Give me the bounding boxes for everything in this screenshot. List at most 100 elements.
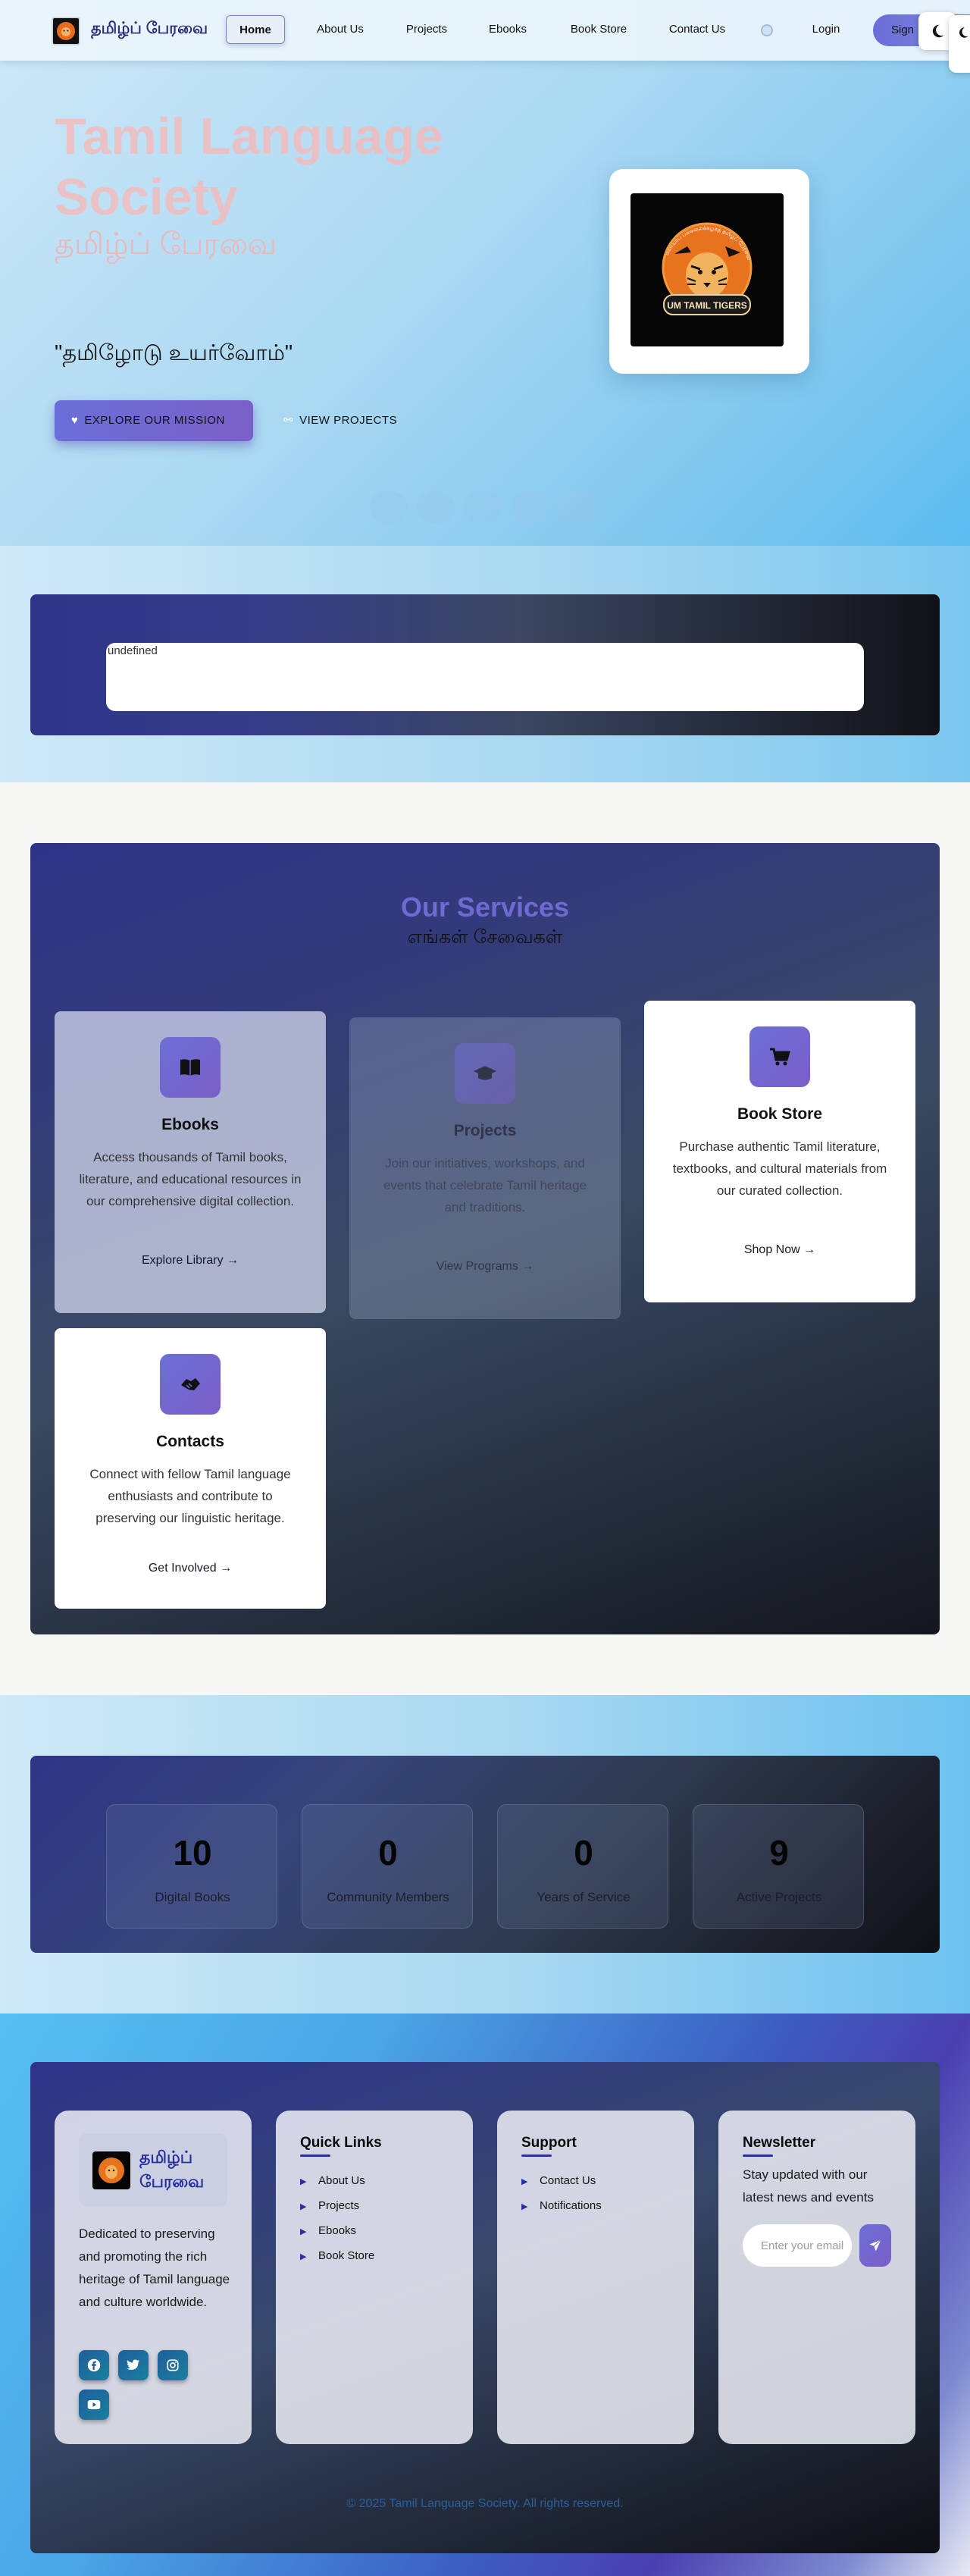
stat-label: Community Members [327,1890,449,1904]
newsletter-email-input[interactable] [743,2224,852,2267]
footer-link-label: Book Store [318,2249,375,2262]
title-underline [521,2155,552,2157]
carousel-dot[interactable] [464,491,502,523]
footer-link-label: Projects [318,2199,360,2212]
video-section: undefined [0,546,970,782]
footer-link-contact[interactable]: ▶ Contact Us [521,2168,602,2193]
nav-link-contact[interactable]: Contact Us [661,15,734,44]
service-card-bookstore[interactable]: Book Store Purchase authentic Tamil lite… [644,1001,915,1302]
get-involved-link[interactable]: Get Involved → [55,1562,326,1575]
stat-value: 9 [769,1833,789,1872]
youtube-icon[interactable] [79,2390,109,2420]
status-toggle-icon[interactable] [761,24,773,36]
site-logo[interactable] [52,17,80,45]
card-link-label: Get Involved [148,1562,217,1575]
view-projects-button[interactable]: ⚯ VIEW PROJECTS [270,400,406,441]
nav-link-about[interactable]: About Us [306,15,374,44]
caret-right-icon: ▶ [300,2252,307,2261]
instagram-icon[interactable] [158,2350,188,2380]
tiger-logo-icon [92,2151,130,2189]
service-card-projects[interactable]: Projects Join our initiatives, workshops… [349,1017,621,1319]
um-tamil-tigers-logo: UM TAMIL TIGERS மலாயாப் பல்கலைக்கழகத் தம… [630,193,784,346]
card-link-label: Shop Now [743,1243,800,1256]
carousel-dot[interactable] [417,491,455,523]
footer-support-card: Support ▶ Contact Us ▶ Notifications [497,2111,694,2444]
stat-card-projects: 9 Active Projects [693,1804,864,1929]
logo-text: UM TAMIL TIGERS [667,300,747,311]
quick-links-list: ▶ About Us ▶ Projects ▶ Ebooks ▶ Book Store [300,2168,374,2268]
card-description: Connect with fellow Tamil language enthu… [89,1467,291,1525]
footer-link-label: Notifications [540,2199,602,2212]
explore-library-link[interactable]: Explore Library → [55,1254,326,1268]
tiger-logo-icon [57,22,75,40]
service-card-contacts[interactable]: Contacts Connect with fellow Tamil langu… [55,1328,326,1609]
arrow-right-icon: → [220,1562,233,1575]
footer-quick-links-card: Quick Links ▶ About Us ▶ Projects ▶ Ebooks … [276,2111,473,2444]
card-title: Ebooks [161,1116,219,1133]
nav-link-projects[interactable]: Projects [397,15,456,44]
footer-link-label: About Us [318,2174,365,2187]
tiger-emblem-icon: UM TAMIL TIGERS மலாயாப் பல்கலைக்கழகத் தம… [662,222,753,315]
twitter-icon[interactable] [118,2350,149,2380]
carousel-dot[interactable] [558,491,596,523]
nav-link-home[interactable]: Home [226,15,285,44]
footer-link-projects[interactable]: ▶ Projects [300,2193,374,2218]
nav-link-bookstore[interactable]: Book Store [561,15,637,44]
support-links-list: ▶ Contact Us ▶ Notifications [521,2168,602,2218]
nav-link-ebooks[interactable]: Ebooks [479,15,537,44]
title-underline [743,2155,773,2157]
card-link-label: Explore Library [141,1254,224,1267]
footer-link-ebooks[interactable]: ▶ Ebooks [300,2218,374,2243]
hero-quote: "தமிழோடு உயர்வோம்" [55,341,293,365]
shop-now-link[interactable]: Shop Now → [644,1243,915,1257]
stat-card-years: 0 Years of Service [497,1804,668,1929]
card-description: Purchase authentic Tamil literature, tex… [672,1139,887,1198]
login-link[interactable]: Login [803,15,849,44]
top-navbar: தமிழ்ப் பேரவை Home About Us Projects Ebo… [0,0,970,73]
newsletter-title: Newsletter [743,2135,816,2151]
site-brand-name[interactable]: தமிழ்ப் பேரவை [91,20,208,39]
stat-label: Digital Books [155,1890,230,1904]
handshake-icon [160,1354,221,1415]
caret-right-icon: ▶ [521,2177,528,2186]
explore-mission-button[interactable]: ♥ EXPLORE OUR MISSION [55,400,253,441]
moon-icon-secondary[interactable] [949,15,970,73]
arrow-right-icon: → [521,1260,534,1273]
footer-brand-name: தமிழ்ப் பேரவை [139,2148,205,2191]
video-panel: undefined [30,594,940,735]
hero-logo-card: UM TAMIL TIGERS மலாயாப் பல்கலைக்கழகத் தம… [609,169,809,374]
stat-value: 10 [173,1833,212,1872]
carousel-dot[interactable] [370,491,408,523]
footer-link-bookstore[interactable]: ▶ Book Store [300,2243,374,2268]
stat-card-digital-books: 10 Digital Books [106,1804,277,1929]
card-description: Access thousands of Tamil books, literat… [79,1150,302,1208]
facebook-icon[interactable] [79,2350,109,2380]
network-icon: ⚯ [283,414,294,427]
footer-newsletter-card: Newsletter Stay updated with our latest … [718,2111,915,2444]
explore-mission-label: EXPLORE OUR MISSION [84,414,225,427]
video-embed[interactable]: undefined [106,643,864,711]
view-projects-label: VIEW PROJECTS [299,414,398,427]
footer-link-about[interactable]: ▶ About Us [300,2168,374,2193]
support-title: Support [521,2135,577,2151]
quick-links-title: Quick Links [300,2135,382,2151]
footer-link-notifications[interactable]: ▶ Notifications [521,2193,602,2218]
footer-about-text: Dedicated to preserving and promoting th… [79,2227,230,2309]
send-icon[interactable] [859,2224,891,2267]
card-title: Book Store [737,1105,822,1123]
carousel-dot[interactable] [511,491,549,523]
view-programs-link[interactable]: View Programs → [349,1260,621,1274]
footer-about-card: தமிழ்ப் பேரவை Dedicated to preserving an… [55,2111,252,2444]
service-card-ebooks[interactable]: Ebooks Access thousands of Tamil books, … [55,1011,326,1313]
stats-panel: 10 Digital Books 0 Community Members 0 Y… [30,1756,940,1953]
cart-icon [749,1026,810,1087]
title-underline [300,2155,330,2157]
arrow-right-icon: → [803,1243,816,1256]
footer-link-label: Ebooks [318,2224,357,2237]
broken-image-alt: undefined [108,644,158,657]
footer-brand[interactable]: தமிழ்ப் பேரவை [79,2133,227,2206]
card-description: Join our initiatives, workshops, and eve… [383,1156,587,1214]
copyright-text: © 2025 Tamil Language Society. All right… [346,2497,624,2510]
services-title: Our Services [400,892,570,923]
services-section: Our Services எங்கள் சேவைகள் Ebooks Acces… [0,782,970,1695]
